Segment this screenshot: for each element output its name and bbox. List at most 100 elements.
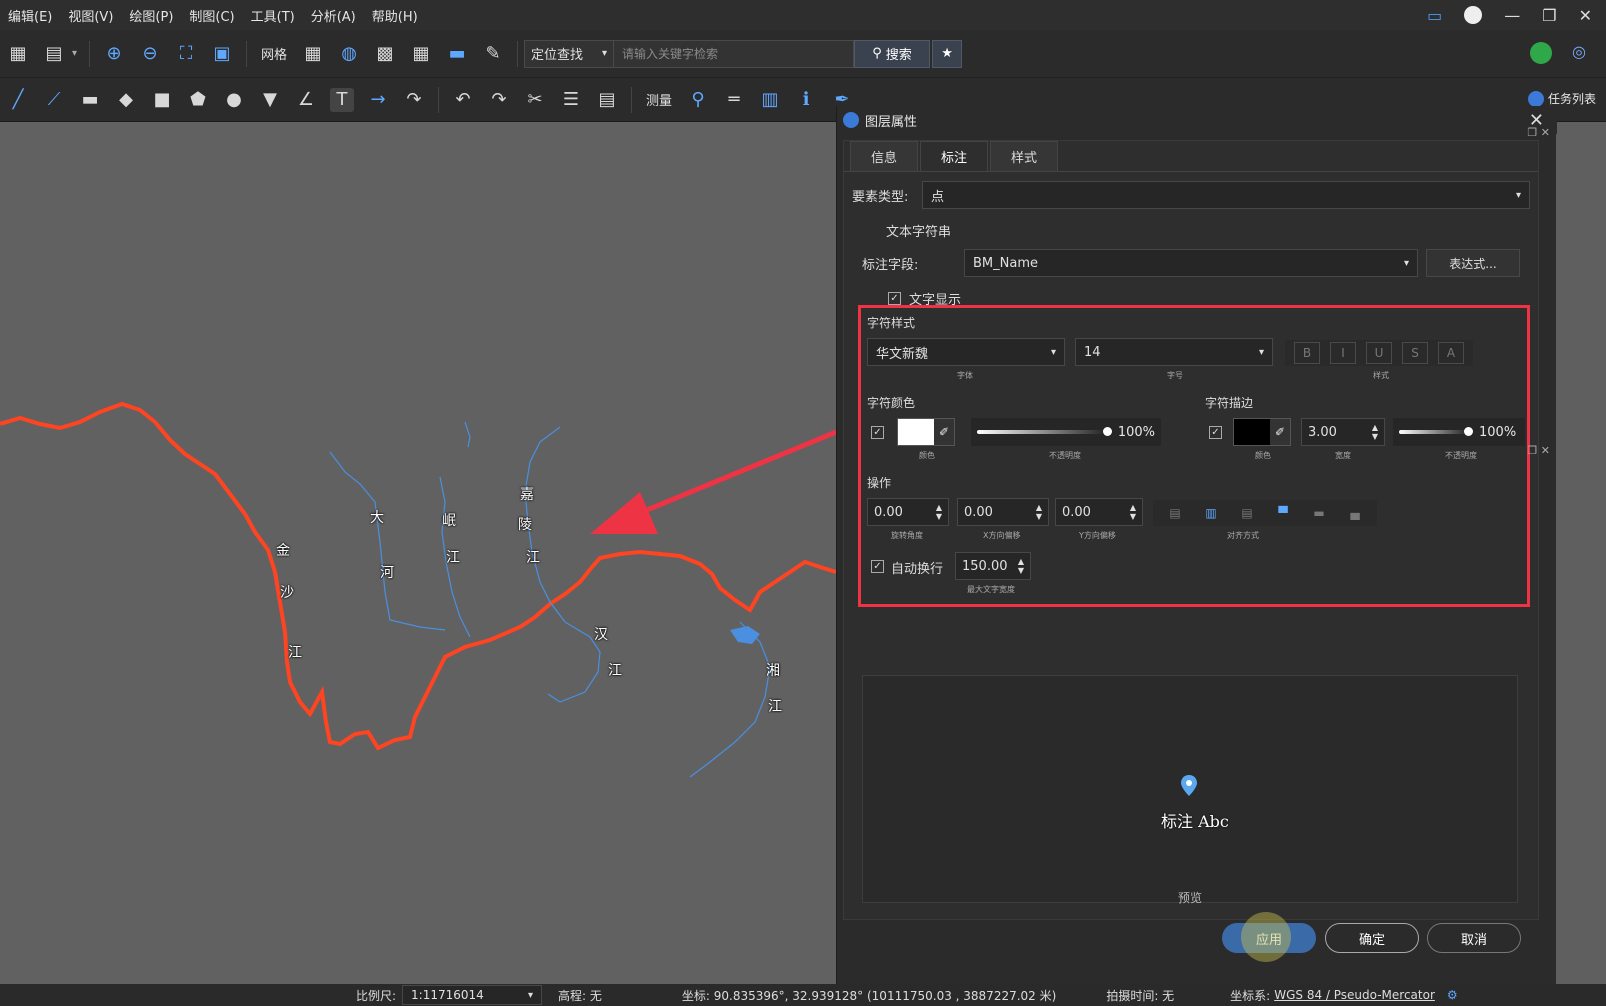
menu-view[interactable]: 视图(V) bbox=[60, 6, 121, 25]
folder-icon[interactable]: ▬ bbox=[445, 42, 469, 66]
curve-arrow-tool-icon[interactable]: ↷ bbox=[402, 88, 426, 112]
info-icon[interactable]: ℹ bbox=[794, 88, 818, 112]
spinner-arrows-icon[interactable]: ▲ ▼ bbox=[936, 503, 942, 521]
panel-float-icon[interactable]: ❐ ✕ bbox=[1527, 444, 1550, 457]
overlap-icon[interactable]: ◎ bbox=[1572, 42, 1586, 61]
rectangle-tool-icon[interactable]: ▬ bbox=[78, 88, 102, 112]
square-tool-icon[interactable]: ■ bbox=[150, 88, 174, 112]
scale-select[interactable]: 1:11716014 ▾ bbox=[402, 985, 543, 1005]
font-select[interactable]: 华文新魏 ▾ bbox=[867, 338, 1065, 366]
chart-icon[interactable]: ▥ bbox=[758, 88, 782, 112]
search-button[interactable]: ⚲ 搜索 bbox=[854, 39, 931, 68]
restore-button[interactable]: ❐ bbox=[1542, 6, 1556, 25]
eyedropper-icon[interactable]: ✐ bbox=[934, 419, 954, 445]
eyedropper-icon[interactable]: ✐ bbox=[1270, 419, 1290, 445]
brush-icon[interactable]: ✎ bbox=[481, 42, 505, 66]
triangle-tool-icon[interactable]: ▼ bbox=[258, 88, 282, 112]
zoom-in-icon[interactable]: ⊕ bbox=[102, 42, 126, 66]
align-center-icon[interactable]: ▥ bbox=[1198, 502, 1224, 524]
menu-edit[interactable]: 编辑(E) bbox=[0, 6, 60, 25]
menu-help[interactable]: 帮助(H) bbox=[364, 6, 426, 25]
align-left-icon[interactable]: ▤ bbox=[1162, 502, 1188, 524]
rotation-spinner[interactable]: 0.00 ▲ ▼ bbox=[867, 498, 949, 526]
select-extent-icon[interactable]: ▣ bbox=[210, 42, 234, 66]
measure-label[interactable]: 测量 bbox=[646, 90, 672, 109]
italic-button[interactable]: I bbox=[1330, 342, 1356, 364]
tab-info[interactable]: 信息 bbox=[850, 141, 919, 171]
menu-analysis[interactable]: 分析(A) bbox=[303, 6, 364, 25]
x-offset-spinner[interactable]: 0.00 ▲ ▼ bbox=[957, 498, 1049, 526]
grid-label[interactable]: 网格 bbox=[261, 44, 287, 63]
table-icon[interactable]: ▤ bbox=[595, 88, 619, 112]
strikethrough-button[interactable]: S bbox=[1402, 342, 1428, 364]
chevron-down-icon[interactable]: ▾ bbox=[72, 48, 77, 59]
layer-manager-icon[interactable]: ▦ bbox=[6, 42, 30, 66]
ok-button[interactable]: 确定 bbox=[1325, 923, 1419, 953]
panel-float-icon[interactable]: ❐ ✕ bbox=[1527, 126, 1550, 139]
angle-tool-icon[interactable]: ∠ bbox=[294, 88, 318, 112]
bold-button[interactable]: B bbox=[1294, 342, 1320, 364]
minimize-button[interactable]: — bbox=[1504, 6, 1520, 25]
line-tool-icon[interactable]: ╱ bbox=[6, 88, 30, 112]
zoom-out-icon[interactable]: ⊖ bbox=[138, 42, 162, 66]
char-stroke-checkbox[interactable]: ✓ bbox=[1209, 426, 1222, 439]
stroke-width-spinner[interactable]: 3.00 ▲ ▼ bbox=[1301, 418, 1385, 446]
list-icon[interactable]: ☰ bbox=[559, 88, 583, 112]
arrow-tool-icon[interactable]: → bbox=[366, 88, 390, 112]
y-offset-spinner[interactable]: 0.00 ▲ ▼ bbox=[1055, 498, 1143, 526]
expression-button[interactable]: 表达式... bbox=[1426, 249, 1520, 277]
menu-draw[interactable]: 绘图(P) bbox=[121, 6, 181, 25]
search-input[interactable]: 请输入关键字检索 bbox=[614, 39, 855, 68]
km-grid-icon[interactable]: ▩ bbox=[373, 42, 397, 66]
outline-button[interactable]: A bbox=[1438, 342, 1464, 364]
undo-icon[interactable]: ↶ bbox=[451, 88, 475, 112]
close-window-button[interactable]: ✕ bbox=[1579, 6, 1592, 25]
stroke-opacity-slider[interactable]: 100% bbox=[1393, 418, 1525, 446]
spinner-arrows-icon[interactable]: ▲ ▼ bbox=[1130, 503, 1136, 521]
menu-tools[interactable]: 工具(T) bbox=[243, 6, 303, 25]
align-bottom-icon[interactable]: ▄ bbox=[1342, 502, 1368, 524]
spinner-arrows-icon[interactable]: ▲ ▼ bbox=[1036, 503, 1042, 521]
feature-type-select[interactable]: 点 ▾ bbox=[922, 181, 1530, 209]
char-opacity-slider[interactable]: 100% bbox=[971, 418, 1161, 446]
freehand-tool-icon[interactable]: ◆ bbox=[114, 88, 138, 112]
scissors-icon[interactable]: ✂ bbox=[523, 88, 547, 112]
sync-status-icon[interactable] bbox=[1530, 42, 1552, 64]
crs-link[interactable]: WGS 84 / Pseudo-Mercator bbox=[1274, 988, 1435, 1002]
menu-cartography[interactable]: 制图(C) bbox=[181, 6, 242, 25]
polyline-tool-icon[interactable]: ⟋ bbox=[42, 88, 66, 112]
redo-icon[interactable]: ↷ bbox=[487, 88, 511, 112]
polygon-tool-icon[interactable]: ⬟ bbox=[186, 88, 210, 112]
spinner-arrows-icon[interactable]: ▲ ▼ bbox=[1372, 423, 1378, 441]
task-list-button[interactable]: 任务列表 bbox=[1527, 90, 1596, 107]
user-avatar-icon[interactable] bbox=[1464, 6, 1483, 24]
char-color-checkbox[interactable]: ✓ bbox=[871, 426, 884, 439]
spinner-arrows-icon[interactable]: ▲ ▼ bbox=[1018, 557, 1024, 575]
globe-icon[interactable]: ◍ bbox=[337, 42, 361, 66]
auto-wrap-checkbox[interactable]: ✓ bbox=[871, 560, 884, 573]
grid-icon[interactable]: ▦ bbox=[301, 42, 325, 66]
tab-style[interactable]: 样式 bbox=[990, 141, 1059, 171]
font-size-select[interactable]: 14 ▾ bbox=[1075, 338, 1273, 366]
favorite-button[interactable]: ★ bbox=[932, 39, 963, 68]
label-field-select[interactable]: BM_Name ▾ bbox=[964, 249, 1418, 277]
tab-label[interactable]: 标注 bbox=[920, 141, 989, 171]
slider-knob[interactable] bbox=[1464, 427, 1473, 436]
align-middle-icon[interactable]: ▬ bbox=[1306, 502, 1332, 524]
slider-knob[interactable] bbox=[1102, 427, 1112, 436]
map-canvas[interactable]: 金 沙 江 大 河 岷 江 嘉 陵 江 汉 江 湘 江 bbox=[0, 122, 836, 984]
text-tool-icon[interactable]: T bbox=[330, 87, 354, 112]
table-grid-icon[interactable]: ▦ bbox=[409, 42, 433, 66]
circle-tool-icon[interactable]: ● bbox=[222, 88, 246, 112]
location-pin-icon[interactable]: ⚲ bbox=[686, 88, 710, 112]
settings-gear-icon[interactable]: ⚙ bbox=[1447, 988, 1458, 1002]
full-extent-icon[interactable]: ⛶ bbox=[174, 42, 198, 66]
max-width-spinner[interactable]: 150.00 ▲ ▼ bbox=[955, 552, 1031, 580]
basemap-icon[interactable]: ▤ bbox=[42, 42, 66, 66]
align-top-icon[interactable]: ▀ bbox=[1270, 502, 1296, 524]
char-color-picker[interactable]: ✐ bbox=[897, 418, 955, 446]
ruler-icon[interactable]: ═ bbox=[722, 88, 746, 112]
locate-dropdown[interactable]: 定位查找 ▾ bbox=[524, 39, 615, 68]
stroke-color-picker[interactable]: ✐ bbox=[1233, 418, 1291, 446]
cancel-button[interactable]: 取消 bbox=[1427, 923, 1521, 953]
